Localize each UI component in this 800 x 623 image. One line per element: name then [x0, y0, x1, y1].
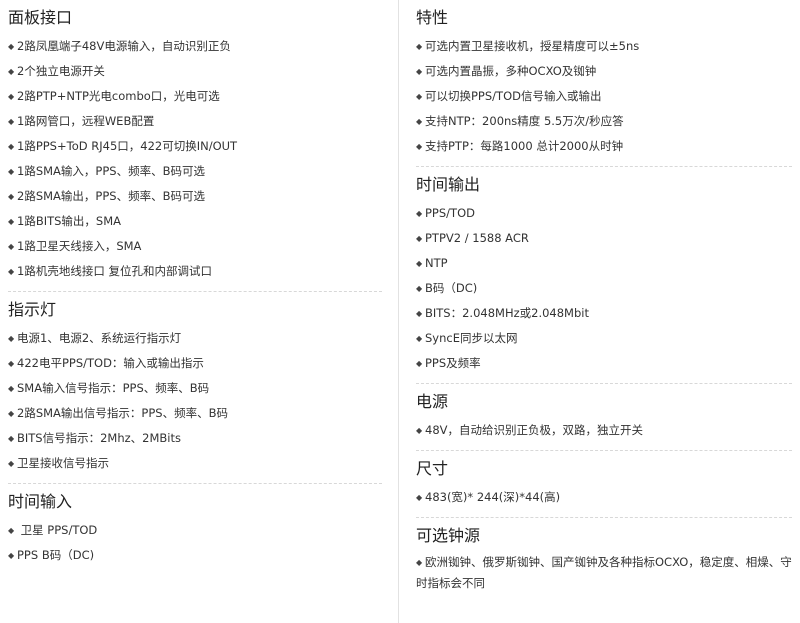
bullet-icon: ◆ [8, 42, 15, 51]
bullet-icon: ◆ [416, 259, 423, 268]
list-item: ◆ 2路凤凰端子48V电源输入，自动识别正负 [8, 34, 382, 59]
bullet-icon: ◆ [8, 217, 15, 226]
right-column: 特性 ◆ 可选内置卫星接收机，授星精度可以±5ns ◆ 可选内置晶振，多种OCXO及… [416, 0, 792, 594]
list-item: ◆ 483(宽)* 244(深)*44(高) [416, 485, 792, 510]
bullet-icon: ◆ [416, 284, 423, 293]
bullet-icon: ◆ [416, 117, 423, 126]
list-item: ◆ 卫星接收信号指示 [8, 451, 382, 476]
bullet-icon: ◆ [416, 92, 423, 101]
bullet-icon: ◆ [8, 459, 15, 468]
list-item: ◆ 支持PTP：每路1000 总计2000从时钟 [416, 134, 792, 159]
list-item: ◆ BITS信号指示：2Mhz、2MBits [8, 426, 382, 451]
list-item: ◆ 2路PTP+NTP光电combo口，光电可选 [8, 84, 382, 109]
section-divider [8, 291, 382, 292]
bullet-icon: ◆ [416, 67, 423, 76]
bullet-icon: ◆ [416, 558, 423, 567]
list-item: ◆ 可选内置卫星接收机，授星精度可以±5ns [416, 34, 792, 59]
list-item: ◆ 1路卫星天线接入，SMA [8, 234, 382, 259]
bullet-icon: ◆ [8, 384, 15, 393]
section-time-output: 时间输出 ◆ PPS/TOD ◆ PTPV2 / 1588 ACR ◆ NTP ◆ B码… [416, 175, 792, 376]
list-item: ◆ PPS/TOD [416, 201, 792, 226]
bullet-icon: ◆ [416, 493, 423, 502]
bullet-icon: ◆ [8, 526, 15, 535]
section-divider [416, 383, 792, 384]
list-item: ◆ 卫星 PPS/TOD [8, 518, 382, 543]
list-item: ◆ SMA输入信号指示：PPS、频率、B码 [8, 376, 382, 401]
list-item: ◆ NTP [416, 251, 792, 276]
column-divider [398, 0, 399, 623]
list-item: ◆ 1路BITS输出，SMA [8, 209, 382, 234]
bullet-icon: ◆ [8, 434, 15, 443]
bullet-icon: ◆ [416, 42, 423, 51]
section-optional-clock-source: 可选钟源 ◆ 欧洲铷钟、俄罗斯铷钟、国产铷钟及各种指标OCXO，稳定度、相燥、守时… [416, 526, 792, 594]
bullet-icon: ◆ [8, 359, 15, 368]
section-title: 面板接口 [8, 8, 73, 27]
bullet-icon: ◆ [416, 234, 423, 243]
bullet-icon: ◆ [8, 334, 15, 343]
bullet-icon: ◆ [416, 142, 423, 151]
section-divider [8, 483, 382, 484]
list-item: ◆ PPS B码（DC) [8, 543, 382, 568]
section-dimensions: 尺寸 ◆ 483(宽)* 244(深)*44(高) [416, 459, 792, 510]
section-title: 时间输入 [8, 492, 73, 511]
bullet-icon: ◆ [8, 267, 15, 276]
section-features: 特性 ◆ 可选内置卫星接收机，授星精度可以±5ns ◆ 可选内置晶振，多种OCXO及… [416, 8, 792, 159]
list-item: ◆ 1路SMA输入，PPS、频率、B码可选 [8, 159, 382, 184]
left-column: 面板接口 ◆ 2路凤凰端子48V电源输入，自动识别正负 ◆ 2个独立电源开关 ◆ 2路… [8, 0, 382, 568]
section-power: 电源 ◆ 48V，自动给识别正负极，双路，独立开关 [416, 392, 792, 443]
section-title: 时间输出 [416, 175, 481, 194]
bullet-icon: ◆ [416, 334, 423, 343]
list-item: ◆ 电源1、电源2、系统运行指示灯 [8, 326, 382, 351]
bullet-icon: ◆ [416, 209, 423, 218]
list-item: ◆ PPS及频率 [416, 351, 792, 376]
list-item: ◆ 422电平PPS/TOD：输入或输出指示 [8, 351, 382, 376]
bullet-icon: ◆ [416, 359, 423, 368]
list-item: ◆ 2路SMA输出信号指示：PPS、频率、B码 [8, 401, 382, 426]
section-title: 可选钟源 [416, 526, 481, 545]
list-item: ◆ 可以切换PPS/TOD信号输入或输出 [416, 84, 792, 109]
bullet-icon: ◆ [8, 409, 15, 418]
list-item: ◆ B码（DC) [416, 276, 792, 301]
list-item: ◆ BITS：2.048MHz或2.048Mbit [416, 301, 792, 326]
list-item: ◆ 2个独立电源开关 [8, 59, 382, 84]
list-item: ◆ 1路PPS+ToD RJ45口，422可切换IN/OUT [8, 134, 382, 159]
section-time-input: 时间输入 ◆ 卫星 PPS/TOD ◆ PPS B码（DC) [8, 492, 382, 568]
list-item: ◆ 欧洲铷钟、俄罗斯铷钟、国产铷钟及各种指标OCXO，稳定度、相燥、守时指标会不同 [416, 552, 792, 594]
bullet-icon: ◆ [416, 309, 423, 318]
section-indicators: 指示灯 ◆ 电源1、电源2、系统运行指示灯 ◆ 422电平PPS/TOD：输入或输出… [8, 300, 382, 476]
section-divider [416, 166, 792, 167]
bullet-icon: ◆ [8, 142, 15, 151]
section-title: 电源 [416, 392, 449, 411]
list-item: ◆ 1路机壳地线接口 复位孔和内部调试口 [8, 259, 382, 284]
bullet-icon: ◆ [8, 117, 15, 126]
section-title: 特性 [416, 8, 449, 27]
list-item: ◆ 可选内置晶振，多种OCXO及铷钟 [416, 59, 792, 84]
list-item: ◆ 1路网管口，远程WEB配置 [8, 109, 382, 134]
section-divider [416, 450, 792, 451]
list-item: ◆ 2路SMA输出，PPS、频率、B码可选 [8, 184, 382, 209]
bullet-icon: ◆ [8, 551, 15, 560]
bullet-icon: ◆ [8, 67, 15, 76]
bullet-icon: ◆ [8, 167, 15, 176]
list-item: ◆ 支持NTP：200ns精度 5.5万次/秒应答 [416, 109, 792, 134]
bullet-icon: ◆ [416, 426, 423, 435]
section-divider [416, 517, 792, 518]
section-title: 尺寸 [416, 459, 449, 478]
list-item: ◆ SyncE同步以太网 [416, 326, 792, 351]
bullet-icon: ◆ [8, 192, 15, 201]
list-item: ◆ 48V，自动给识别正负极，双路，独立开关 [416, 418, 792, 443]
list-item: ◆ PTPV2 / 1588 ACR [416, 226, 792, 251]
section-title: 指示灯 [8, 300, 57, 319]
section-panel-interfaces: 面板接口 ◆ 2路凤凰端子48V电源输入，自动识别正负 ◆ 2个独立电源开关 ◆ 2路… [8, 8, 382, 284]
bullet-icon: ◆ [8, 242, 15, 251]
bullet-icon: ◆ [8, 92, 15, 101]
